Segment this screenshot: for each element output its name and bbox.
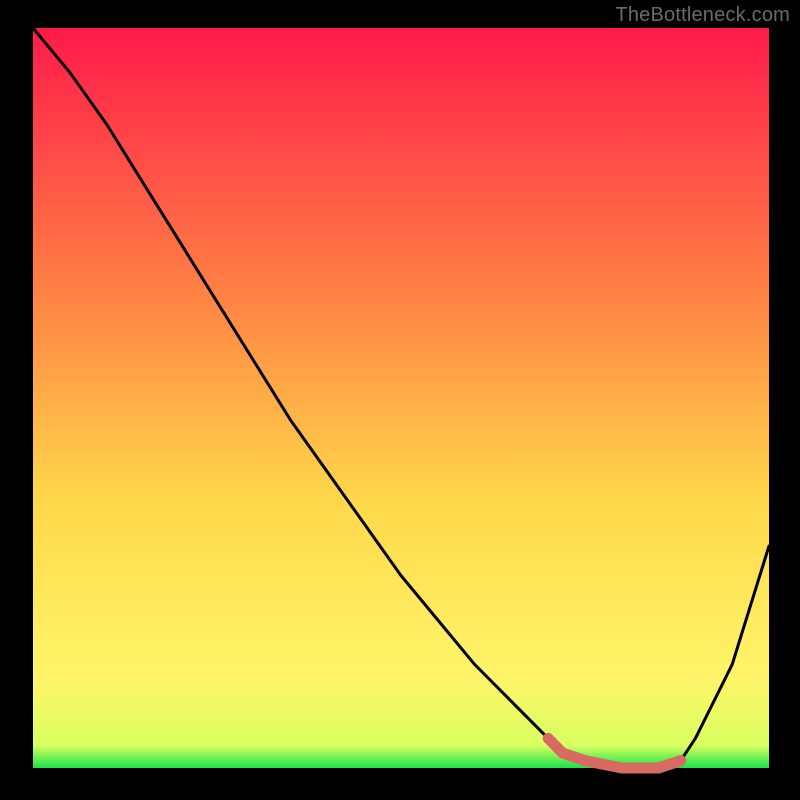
watermark-text: TheBottleneck.com bbox=[615, 4, 790, 27]
plot-gradient-background bbox=[33, 28, 769, 768]
bottleneck-plot bbox=[0, 0, 800, 800]
chart-canvas: TheBottleneck.com bbox=[0, 0, 800, 800]
